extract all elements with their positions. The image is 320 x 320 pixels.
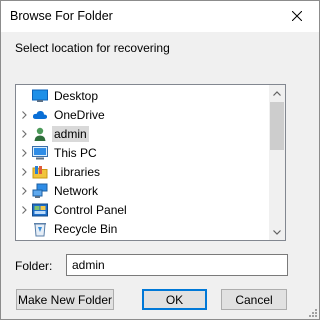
tree-scrollbar[interactable] [269, 85, 285, 240]
chevron-right-icon [21, 129, 27, 138]
tree-item-libraries[interactable]: Libraries [16, 162, 271, 181]
close-button[interactable] [275, 1, 319, 31]
chevron-right-icon [21, 186, 27, 195]
ok-button[interactable]: OK [142, 289, 207, 310]
tree-item-label: Recycle Bin [54, 221, 118, 236]
scroll-down-button[interactable] [269, 224, 285, 240]
tree-item-this-pc[interactable]: This PC [16, 143, 271, 162]
chevron-right-icon [21, 110, 27, 119]
folder-label: Folder: [15, 259, 53, 273]
tree-item-label: OneDrive [54, 107, 105, 122]
expand-spacer [16, 219, 32, 238]
tree-item-label: Desktop [54, 88, 99, 103]
expand-toggle[interactable] [16, 124, 32, 143]
expand-toggle[interactable] [16, 181, 32, 200]
chevron-right-icon [21, 148, 27, 157]
title-bar: Browse For Folder [1, 1, 319, 32]
scroll-thumb[interactable] [270, 102, 284, 150]
browse-for-folder-dialog: Browse For Folder Select location for re… [0, 0, 320, 320]
tree-item-control-panel[interactable]: Control Panel [16, 200, 271, 219]
user-icon [32, 126, 48, 142]
scroll-up-button[interactable] [269, 85, 285, 101]
recycle-bin-icon [32, 221, 48, 237]
tree-item-label: This PC [54, 145, 97, 160]
tree-item-label: admin [52, 125, 89, 142]
cloud-icon [32, 107, 48, 123]
cancel-button[interactable]: Cancel [221, 289, 287, 310]
make-new-folder-button[interactable]: Make New Folder [16, 289, 114, 310]
libraries-icon [32, 164, 48, 180]
resize-grip-icon[interactable] [306, 306, 318, 318]
expand-toggle[interactable] [16, 200, 32, 219]
expand-toggle[interactable] [16, 162, 32, 181]
tree-item-label: Network [54, 183, 99, 198]
expand-spacer [16, 86, 32, 105]
desktop-icon [32, 88, 48, 104]
tree-item-recycle-bin[interactable]: Recycle Bin [16, 219, 271, 238]
dialog-prompt: Select location for recovering [15, 41, 170, 55]
folder-tree[interactable]: Desktop OneDrive admin This PC Libraries Netw… [15, 84, 286, 241]
chevron-right-icon [21, 205, 27, 214]
window-title: Browse For Folder [10, 9, 113, 23]
tree-item-onedrive[interactable]: OneDrive [16, 105, 271, 124]
chevron-down-icon [273, 229, 281, 235]
folder-input[interactable] [66, 254, 288, 276]
control-panel-icon [32, 202, 48, 218]
tree-item-label: Libraries [54, 164, 101, 179]
tree-item-admin[interactable]: admin [16, 124, 271, 143]
network-icon [32, 183, 48, 199]
chevron-right-icon [21, 167, 27, 176]
tree-item-desktop[interactable]: Desktop [16, 86, 271, 105]
tree-item-label: Control Panel [54, 202, 127, 217]
tree-item-network[interactable]: Network [16, 181, 271, 200]
chevron-up-icon [273, 90, 281, 96]
computer-icon [32, 145, 48, 161]
close-icon [292, 11, 302, 21]
expand-toggle[interactable] [16, 143, 32, 162]
expand-toggle[interactable] [16, 105, 32, 124]
